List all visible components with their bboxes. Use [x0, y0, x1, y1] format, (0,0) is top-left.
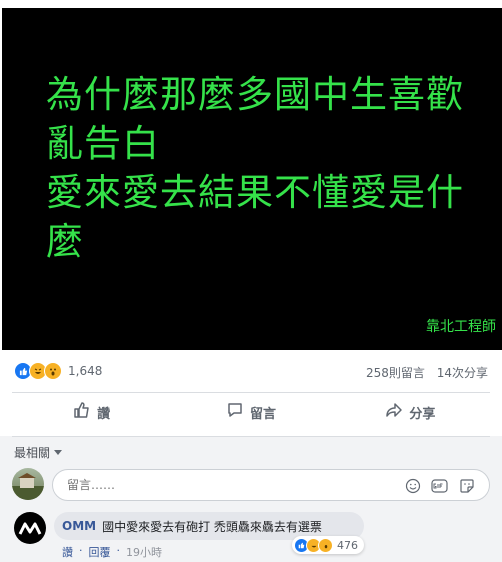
- action-bar: 讚 留言 分享: [12, 395, 490, 429]
- comment-reaction-count: 476: [337, 538, 358, 552]
- post-text-line: 為什麼那麼多國中生喜歡: [46, 73, 464, 116]
- wow-icon: [44, 362, 62, 380]
- comment-meta: 讚 · 回覆 · 19小時: [62, 544, 162, 560]
- post-text-line: 麼: [46, 220, 84, 263]
- divider: [12, 392, 490, 393]
- comment-input[interactable]: [65, 477, 369, 493]
- separator: ·: [116, 544, 121, 557]
- wow-icon: [318, 537, 333, 553]
- sort-label: 最相關: [14, 446, 51, 460]
- reaction-count: 1,648: [68, 364, 103, 378]
- comment-author[interactable]: OMM: [62, 519, 96, 533]
- comment-time[interactable]: 19小時: [126, 544, 162, 560]
- sticker-icon[interactable]: [458, 477, 475, 494]
- share-count[interactable]: 14次分享: [437, 366, 488, 380]
- emoji-icon[interactable]: [404, 477, 421, 494]
- avatar[interactable]: [12, 468, 44, 500]
- sort-dropdown[interactable]: 最相關: [14, 444, 63, 461]
- thumbs-up-icon: [73, 401, 97, 423]
- comment-like-link[interactable]: 讚: [62, 544, 73, 560]
- reactions[interactable]: 1,648: [14, 362, 102, 380]
- comment-count[interactable]: 258則留言: [366, 366, 425, 380]
- reaction-summary: 1,648 258則留言 14次分享: [0, 356, 502, 390]
- post-text: 為什麼那麼多國中生喜歡 亂告白 愛來愛去結果不懂愛是什 麼: [46, 70, 476, 266]
- comment-reply-link[interactable]: 回覆: [89, 544, 111, 560]
- comment-button[interactable]: 留言: [171, 395, 330, 429]
- comment-input-box[interactable]: [52, 469, 490, 501]
- commenter-avatar[interactable]: [14, 512, 46, 544]
- gif-icon[interactable]: [431, 477, 448, 494]
- post-image[interactable]: 為什麼那麼多國中生喜歡 亂告白 愛來愛去結果不懂愛是什 麼 靠北工程師: [2, 8, 502, 350]
- watermark: 靠北工程師: [426, 319, 496, 335]
- share-button[interactable]: 分享: [331, 395, 490, 429]
- like-button-label: 讚: [97, 406, 111, 422]
- divider: [12, 436, 490, 437]
- comment-reactions[interactable]: 476: [292, 536, 364, 554]
- caret-down-icon: [54, 450, 63, 455]
- separator: ·: [79, 544, 83, 557]
- comment-icon: [226, 401, 250, 423]
- comment-button-label: 留言: [249, 406, 276, 422]
- share-icon: [385, 401, 409, 423]
- share-button-label: 分享: [409, 406, 436, 422]
- like-button[interactable]: 讚: [12, 395, 171, 429]
- post-text-line: 亂告白: [46, 122, 160, 165]
- post-text-line: 愛來愛去結果不懂愛是什: [46, 171, 464, 214]
- post-counts: 258則留言 14次分享: [358, 364, 488, 381]
- comment-text: 國中愛來愛去有砲打 禿頭驫來驫去有選票: [102, 519, 322, 534]
